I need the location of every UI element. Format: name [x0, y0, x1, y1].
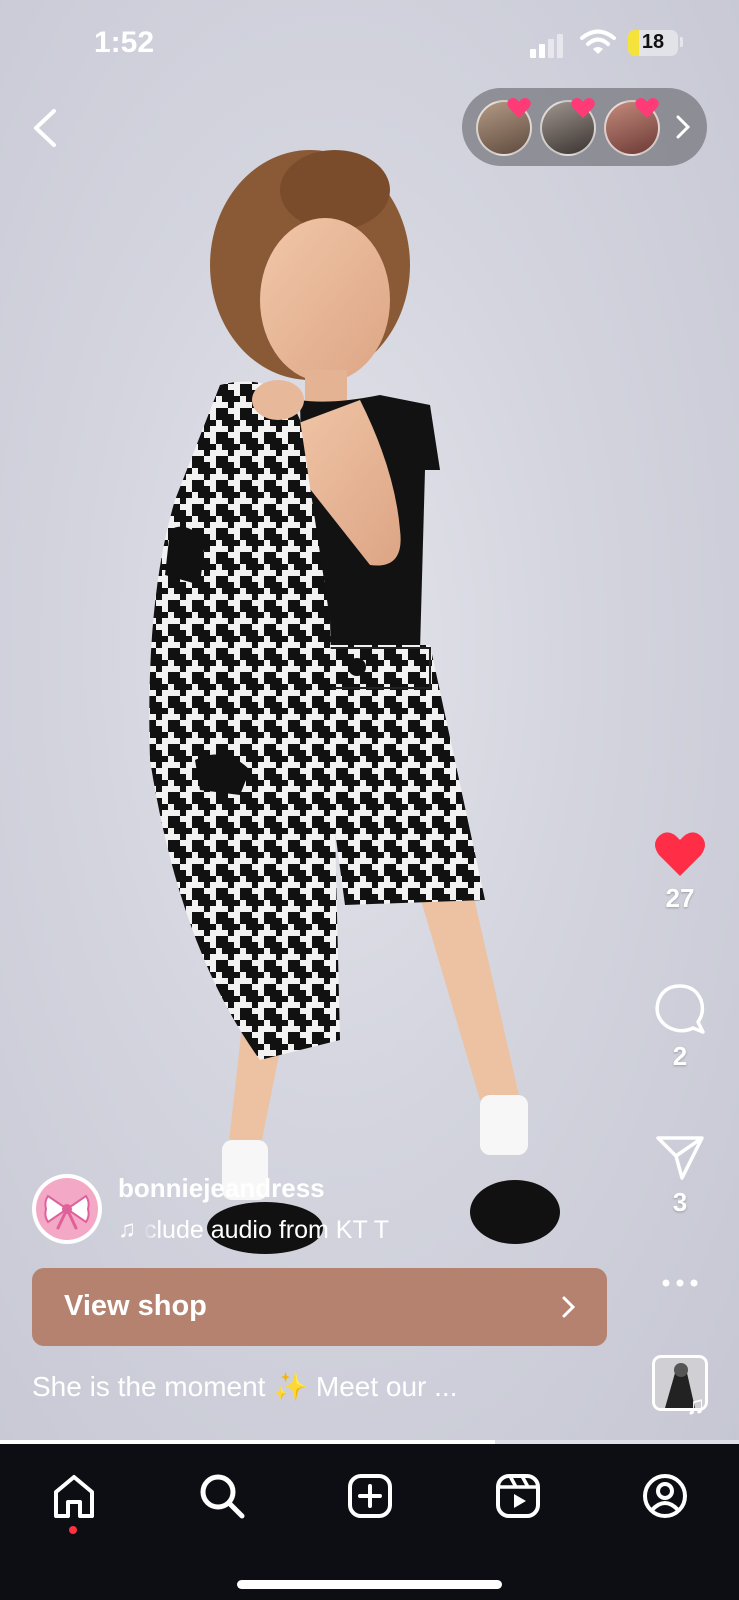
liked-by-avatars-pill[interactable]	[462, 88, 707, 166]
nav-search[interactable]	[192, 1466, 252, 1526]
audio-title: clude audio from KT T	[144, 1215, 390, 1244]
comment-button[interactable]: 2	[640, 982, 720, 1072]
share-button[interactable]: 3	[640, 1132, 720, 1218]
search-icon	[200, 1474, 245, 1519]
more-icon	[662, 1279, 698, 1287]
nav-reels[interactable]	[488, 1466, 548, 1526]
battery-level: 18	[641, 31, 665, 53]
view-shop-label: View shop	[64, 1290, 207, 1322]
send-icon	[656, 1136, 704, 1180]
comment-count: 2	[672, 1041, 688, 1071]
nav-home[interactable]	[44, 1466, 104, 1526]
wifi-icon	[580, 29, 616, 54]
music-note-icon: ♫	[118, 1216, 136, 1243]
like-count: 27	[665, 883, 695, 913]
post-caption[interactable]: She is the moment ✨ Meet our ...	[32, 1370, 457, 1403]
more-options-button[interactable]	[640, 1276, 720, 1294]
chevron-right-icon	[676, 115, 691, 139]
nav-create[interactable]	[340, 1466, 400, 1526]
music-note-icon: ♫	[686, 1390, 706, 1420]
battery-nub	[680, 37, 683, 47]
notification-dot	[69, 1526, 77, 1534]
audio-attribution[interactable]: ♫ clude audio from KT T	[118, 1214, 464, 1246]
post-username[interactable]: bonniejeandress	[118, 1173, 325, 1204]
nav-profile[interactable]	[635, 1466, 695, 1526]
avatar-background	[36, 1178, 98, 1240]
bottom-navigation	[0, 1444, 739, 1600]
home-icon	[54, 1475, 94, 1518]
back-button[interactable]	[26, 105, 66, 151]
bow-icon	[44, 1194, 90, 1230]
view-shop-button[interactable]: View shop	[32, 1268, 607, 1346]
create-icon	[348, 1474, 392, 1518]
heart-icon	[571, 98, 595, 118]
share-count: 3	[672, 1187, 688, 1217]
comment-icon	[655, 984, 705, 1034]
battery-icon: 18	[628, 30, 678, 56]
cellular-signal-icon	[530, 34, 563, 58]
profile-avatar[interactable]	[32, 1174, 102, 1244]
reels-icon	[496, 1474, 540, 1518]
chevron-right-icon	[562, 1296, 576, 1318]
heart-icon	[635, 98, 659, 118]
heart-icon	[507, 98, 531, 118]
home-indicator[interactable]	[237, 1580, 502, 1589]
status-time: 1:52	[94, 26, 155, 59]
heart-icon	[655, 832, 705, 876]
status-bar: 1:52 18	[0, 0, 739, 90]
profile-icon	[643, 1474, 687, 1518]
like-button[interactable]: 27	[640, 830, 720, 914]
